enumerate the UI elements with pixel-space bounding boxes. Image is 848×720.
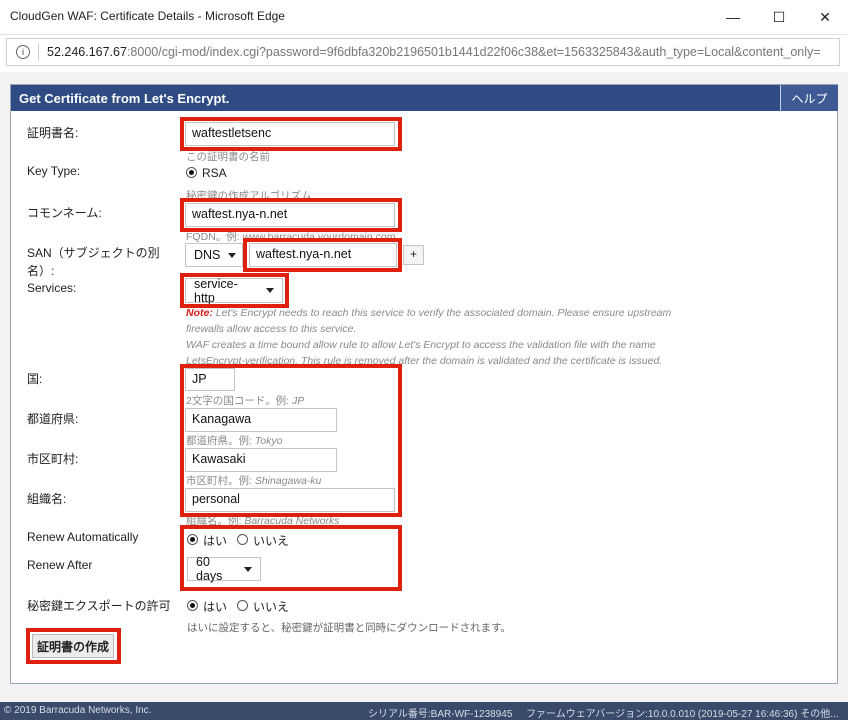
chevron-down-icon [228,252,237,258]
state-label: 都道府県: [27,412,79,426]
note-line3: WAF creates a time bound allow rule to a… [186,339,656,351]
city-label: 市区町村: [27,452,79,466]
note-line1: Let's Encrypt needs to reach this servic… [212,307,672,319]
panel-header: Get Certificate from Let's Encrypt. [11,85,837,111]
status-footer: © 2019 Barracuda Networks, Inc. シリアル番号:B… [0,702,848,720]
radio-selected-icon [186,167,197,178]
services-label: Services: [27,281,77,295]
org-label: 組織名: [27,492,67,506]
address-bar[interactable]: i 52.246.167.67:8000/cgi-mod/index.cgi?p… [6,38,840,66]
export-key-no-label: いいえ [253,600,290,614]
san-type-select[interactable]: DNS [185,243,243,267]
panel-title: Get Certificate from Let's Encrypt. [19,91,230,106]
window-title: CloudGen WAF: Certificate Details - Micr… [10,9,285,23]
note-line2: firewalls allow access to this service. [186,323,357,335]
services-note: Note: Let's Encrypt needs to reach this … [186,305,671,369]
highlight-subject-fields [180,364,402,517]
export-key-yes-radio[interactable] [187,599,198,613]
note-prefix: Note: [186,307,213,319]
footer-serial: シリアル番号:BAR-WF-1238945 [368,709,513,720]
common-name-label: コモンネーム: [27,206,102,220]
cert-name-hint: この証明書の名前 [186,151,270,163]
highlight-cert-name [180,117,402,151]
radio-selected-icon [187,600,198,611]
export-key-no-radio[interactable] [237,599,248,613]
export-key-yes-label: はい [203,600,228,614]
highlight-submit [26,628,121,664]
address-separator [38,43,39,61]
key-type-rsa-label: RSA [202,166,227,180]
country-label: 国: [27,372,43,386]
highlight-common-name [180,198,402,232]
san-label-line1: SAN（サブジェクトの別 [27,246,160,260]
window-titlebar: CloudGen WAF: Certificate Details - Micr… [0,0,848,35]
renew-auto-label: Renew Automatically [27,530,139,544]
url-host: 52.246.167.67 [47,45,127,59]
key-type-label: Key Type: [27,164,81,178]
cert-name-label: 証明書名: [27,126,79,140]
export-key-label: 秘密鍵エクスポートの許可 [27,599,171,613]
san-label-line2: 名）: [27,264,55,278]
highlight-renew [180,525,402,591]
san-type-value: DNS [194,248,221,262]
info-icon[interactable]: i [16,45,30,59]
close-button[interactable]: ✕ [802,0,848,34]
help-button[interactable]: ヘルプ [780,85,838,111]
san-add-button[interactable]: + [403,245,424,265]
minimize-button[interactable]: — [710,0,756,34]
highlight-services [180,273,289,308]
url-text[interactable]: 52.246.167.67:8000/cgi-mod/index.cgi?pas… [47,45,837,59]
maximize-button[interactable]: ☐ [756,0,802,34]
footer-firmware[interactable]: ファームウェアバージョン:10.0.0.010 (2019-05-27 16:4… [526,705,839,720]
highlight-san [243,238,402,272]
key-type-rsa-radio[interactable] [186,166,197,180]
certificate-panel [10,84,838,684]
radio-unselected-icon [237,600,248,611]
renew-after-label: Renew After [27,558,93,572]
footer-copyright: © 2019 Barracuda Networks, Inc. [4,705,152,716]
export-key-hint: はいに設定すると、秘密鍵が証明書と同時にダウンロードされます。 [187,622,512,634]
url-path: :8000/cgi-mod/index.cgi?password=9f6dbfa… [126,45,821,59]
